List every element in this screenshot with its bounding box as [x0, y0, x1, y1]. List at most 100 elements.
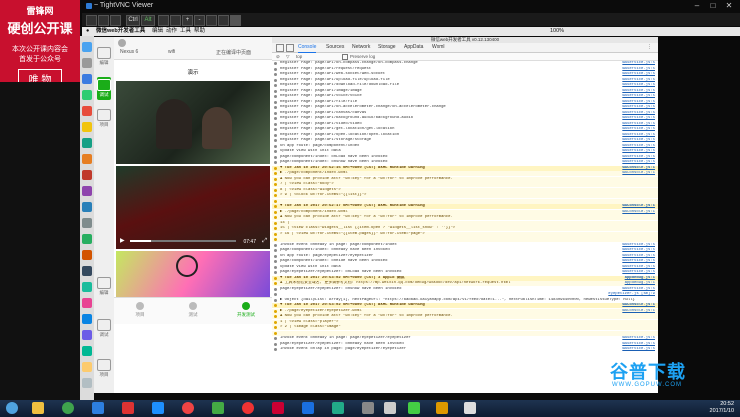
console-source-link[interactable]: WAConsole.js:1: [622, 166, 655, 171]
menu-item-tools[interactable]: 工具: [180, 27, 191, 36]
zoom-fit-icon[interactable]: [170, 15, 181, 26]
launchpad-icon[interactable]: [82, 58, 92, 68]
console-source-link[interactable]: WAService.js:5: [622, 270, 655, 275]
clear-console-icon[interactable]: ⊘: [276, 53, 280, 60]
start-icon[interactable]: [6, 402, 18, 414]
messages-icon[interactable]: [82, 90, 92, 100]
alt-key-button[interactable]: Alt: [141, 15, 155, 26]
app-icon[interactable]: [242, 402, 254, 414]
sidebar-item-edit[interactable]: 编辑: [97, 47, 111, 66]
zoom-100-icon[interactable]: [206, 15, 217, 26]
zoom-auto-icon[interactable]: [218, 15, 229, 26]
app-icon[interactable]: [302, 402, 314, 414]
sidebar-item-debug-2[interactable]: 调试: [97, 319, 111, 338]
fullscreen-icon[interactable]: ⤢: [262, 238, 267, 245]
app-icon[interactable]: [82, 314, 92, 324]
app-icon[interactable]: [122, 402, 134, 414]
terminal-icon[interactable]: [82, 266, 92, 276]
menu-item-help[interactable]: 帮助: [194, 27, 205, 36]
chrome-icon[interactable]: [62, 402, 74, 414]
tab-sources[interactable]: Sources: [326, 43, 344, 52]
vnc-taskbar-icon[interactable]: [384, 402, 396, 414]
console-source-link[interactable]: WAService.js:5: [622, 144, 655, 149]
console-source-link[interactable]: WAService.js:5: [622, 287, 655, 292]
console-source-link[interactable]: WAConsole.js:1: [622, 204, 655, 209]
tab-appdata[interactable]: AppData: [404, 43, 423, 52]
console-source-link[interactable]: WAService.js:5: [622, 149, 655, 154]
zoom-out-icon[interactable]: -: [194, 15, 205, 26]
wechat-devtools-icon[interactable]: [82, 234, 92, 244]
menu-app-name[interactable]: 微信web开发者工具: [96, 27, 145, 36]
preserve-log-checkbox[interactable]: [342, 54, 348, 60]
podcasts-icon[interactable]: [82, 186, 92, 196]
video-progress[interactable]: [130, 240, 236, 242]
console-source-link[interactable]: WAService.js:5: [622, 67, 655, 72]
console-source-link[interactable]: WAService.js:5: [622, 254, 655, 259]
console-source-link[interactable]: appdebug.js:1: [625, 276, 655, 281]
console-source-link[interactable]: WAService.js:5: [622, 116, 655, 121]
console-source-link[interactable]: WAService.js:5: [622, 78, 655, 83]
filter-icon[interactable]: ▽: [286, 53, 289, 60]
taskbar-clock[interactable]: 20:52 2017/1/10: [710, 401, 734, 415]
video-thumbnail-2[interactable]: [116, 251, 270, 297]
menu-item-edit[interactable]: 编辑: [152, 27, 163, 36]
sidebar-item-edit-2[interactable]: 编辑: [97, 277, 111, 296]
finder-icon[interactable]: [82, 42, 92, 52]
app-icon[interactable]: [82, 298, 92, 308]
app-icon[interactable]: [362, 402, 374, 414]
console-source-link[interactable]: WAService.js:5: [622, 89, 655, 94]
sidebar-item-debug[interactable]: 调试: [97, 77, 111, 100]
appstore-icon[interactable]: [82, 202, 92, 212]
app-icon[interactable]: [152, 402, 164, 414]
console-source-link[interactable]: WAService.js:5: [622, 342, 655, 347]
app-icon[interactable]: [182, 402, 194, 414]
inspect-icon[interactable]: [276, 44, 284, 52]
console-source-link[interactable]: WAService.js:5: [622, 259, 655, 264]
maps-icon[interactable]: [82, 138, 92, 148]
device-select[interactable]: Nexus 6: [120, 49, 138, 55]
console-source-link[interactable]: WAService.js:5: [622, 243, 655, 248]
console-source-link[interactable]: WAService.js:5: [622, 61, 655, 66]
music-icon[interactable]: [82, 170, 92, 180]
console-source-link[interactable]: WAService.js:5: [622, 127, 655, 132]
trash-icon[interactable]: [82, 378, 92, 388]
device-icon[interactable]: [286, 44, 294, 52]
app-icon[interactable]: [212, 402, 224, 414]
console-source-link[interactable]: WAService.js:5: [622, 122, 655, 127]
maximize-icon[interactable]: □: [706, 2, 720, 10]
tab-test[interactable]: 测试: [167, 302, 219, 318]
app-icon[interactable]: [436, 402, 448, 414]
tab-network[interactable]: Network: [352, 43, 370, 52]
refresh-icon[interactable]: [110, 15, 121, 26]
app-icon[interactable]: [408, 402, 420, 414]
calendar-icon[interactable]: [82, 106, 92, 116]
app-icon[interactable]: [332, 402, 344, 414]
sidebar-item-project-2[interactable]: 项目: [97, 359, 111, 378]
sublime-icon[interactable]: [82, 250, 92, 260]
console-source-link[interactable]: WAService.js:5: [622, 111, 655, 116]
zoom-in-icon[interactable]: +: [182, 15, 193, 26]
console-source-link[interactable]: WAConsole.js:1: [622, 210, 655, 215]
console-source-link[interactable]: WAService.js:5: [622, 94, 655, 99]
app-icon[interactable]: [92, 402, 104, 414]
app-icon[interactable]: [272, 402, 284, 414]
console-source-link[interactable]: WAConsole.js:1: [622, 171, 655, 176]
minimize-icon[interactable]: –: [690, 2, 704, 10]
video-thumbnail-1[interactable]: [116, 81, 270, 164]
console-source-link[interactable]: WAService.js:5: [622, 160, 655, 165]
app-icon[interactable]: [464, 402, 476, 414]
video-player[interactable]: ▶ 07:47 ⤢: [116, 166, 270, 249]
console-source-link[interactable]: WAConsole.js:1: [622, 309, 655, 314]
tab-dev-test[interactable]: 开发测试: [220, 302, 272, 318]
sidebar-item-project[interactable]: 项目: [97, 109, 111, 128]
tab-console[interactable]: Console: [298, 43, 317, 53]
cad-icon[interactable]: [158, 15, 169, 26]
console-source-link[interactable]: WAService.js:5: [622, 83, 655, 88]
console-source-link[interactable]: WAService.js:5: [622, 248, 655, 253]
console-source-link[interactable]: WAService.js:5: [622, 100, 655, 105]
play-icon[interactable]: ▶: [120, 238, 126, 244]
tab-project[interactable]: 项目: [114, 302, 166, 318]
console-source-link[interactable]: WAService.js:5: [622, 133, 655, 138]
new-connection-icon[interactable]: [86, 15, 97, 26]
tab-storage[interactable]: Storage: [378, 43, 396, 52]
